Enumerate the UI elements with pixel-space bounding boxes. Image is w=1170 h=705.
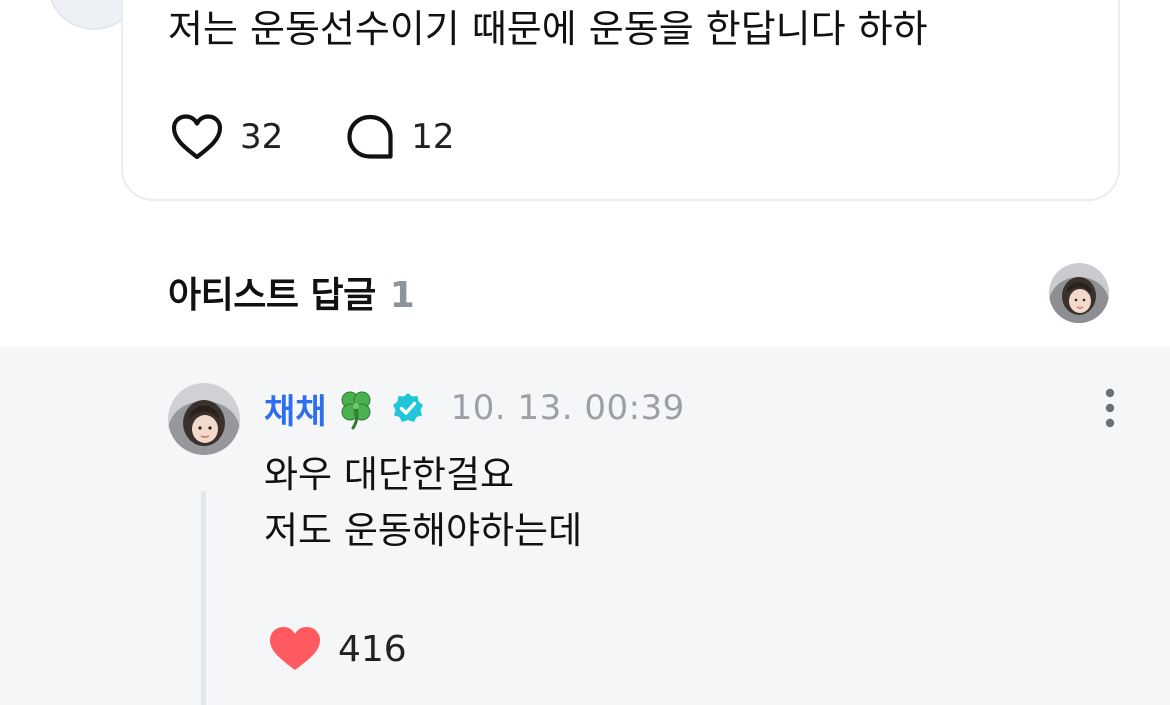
four-leaf-clover-icon: [333, 385, 379, 431]
post-like-button[interactable]: 32: [170, 113, 283, 161]
reply-author-avatar[interactable]: [168, 383, 240, 455]
reply-more-options-button[interactable]: [1096, 387, 1124, 431]
reply-meta-row: 채채 10. 13. 00:39: [264, 383, 685, 433]
more-vertical-icon: [1105, 388, 1115, 428]
artist-replies-count: 1: [389, 275, 415, 316]
artist-avatar-small[interactable]: [1049, 263, 1109, 323]
artist-replies-title: 아티스트 답글: [168, 275, 376, 316]
speech-bubble-icon: [345, 113, 395, 161]
post-comment-button[interactable]: 12: [345, 113, 455, 161]
reply-line: 저도 운동해야하는데: [264, 509, 583, 552]
artist-replies-header: 아티스트 답글 1: [168, 266, 415, 318]
verified-badge-icon: [391, 391, 425, 425]
reply-like-button[interactable]: 416: [268, 623, 407, 675]
reply-line: 와우 대단한걸요: [264, 453, 515, 496]
reply-like-count: 416: [338, 628, 407, 670]
artist-reply-item: 채채 10. 13. 00:39 와우 대단한걸요 저도 운동해야하는데 416: [0, 347, 1170, 705]
thread-connector-line: [201, 491, 206, 705]
reply-author-name[interactable]: 채채: [264, 384, 327, 433]
reply-thread-screen: 저는 운동선수이기 때문에 운동을 한답니다 하하 32 12 아티스트 답글 …: [0, 0, 1170, 705]
post-like-count: 32: [240, 117, 284, 157]
reply-body-text: 와우 대단한걸요 저도 운동해야하는데: [264, 447, 582, 559]
post-body-text: 저는 운동선수이기 때문에 운동을 한답니다 하하: [168, 7, 928, 51]
heart-filled-icon: [268, 625, 322, 673]
post-comment-count: 12: [411, 117, 455, 157]
reply-timestamp: 10. 13. 00:39: [450, 388, 685, 428]
post-action-bar: 32 12: [170, 112, 455, 162]
heart-outline-icon: [170, 113, 224, 161]
